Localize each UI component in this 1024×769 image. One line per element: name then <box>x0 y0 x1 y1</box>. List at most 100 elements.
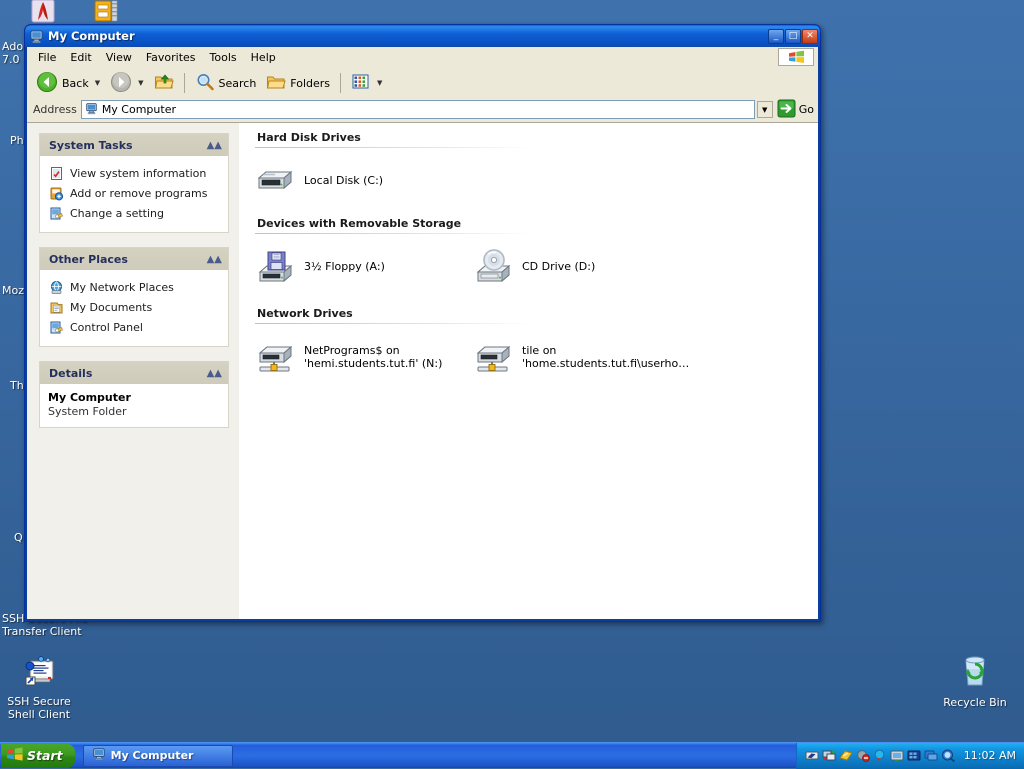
folders-icon <box>266 72 286 95</box>
taskbar-button-my-computer[interactable]: My Computer <box>83 745 233 767</box>
drive-item-netprograms-n[interactable]: NetPrograms$ on 'hemi.students.tut.fi' (… <box>253 334 471 385</box>
group-items: NetPrograms$ on 'hemi.students.tut.fi' (… <box>253 334 804 393</box>
folders-button[interactable]: Folders <box>261 70 335 97</box>
address-input[interactable]: My Computer <box>81 100 755 119</box>
my-computer-icon <box>29 29 44 44</box>
minimize-button[interactable]: _ <box>768 29 784 44</box>
up-button[interactable] <box>149 70 179 97</box>
forward-dropdown-icon[interactable]: ▼ <box>138 79 143 87</box>
drive-label: tile on 'home.students.tut.fi\userho… <box>522 338 689 370</box>
group-divider <box>255 323 533 324</box>
start-button[interactable]: Start <box>1 744 75 768</box>
panel-details: Details ▲▲ My Computer System Folder <box>39 361 229 428</box>
views-dropdown-icon[interactable]: ▼ <box>377 79 382 87</box>
group-divider <box>255 233 533 234</box>
menu-edit[interactable]: Edit <box>63 49 98 66</box>
drive-item-tile-home[interactable]: tile on 'home.students.tut.fi\userho… <box>471 334 689 385</box>
go-button[interactable]: Go <box>777 99 814 121</box>
toolbar-separator-2 <box>340 73 341 93</box>
network-activity-icon[interactable] <box>822 749 836 763</box>
antivirus-tray-icon[interactable] <box>856 749 870 763</box>
address-value: My Computer <box>102 103 176 116</box>
panel-details-header[interactable]: Details ▲▲ <box>40 362 228 384</box>
recycle-bin-icon <box>936 652 1014 693</box>
menu-file[interactable]: File <box>31 49 63 66</box>
messenger-tray-icon[interactable] <box>924 749 938 763</box>
drive-label: 3½ Floppy (A:) <box>304 248 385 273</box>
chevron-up-icon[interactable]: ▲▲ <box>207 368 222 379</box>
winzip-icon[interactable] <box>92 0 122 27</box>
address-bar: Address My Computer ▼ <box>27 99 818 122</box>
menu-bar: File Edit View Favorites Tools Help <box>27 47 818 67</box>
panel-other-places-header[interactable]: Other Places ▲▲ <box>40 248 228 270</box>
back-button[interactable]: Back ▼ <box>31 69 105 98</box>
adobe-acrobat-icon[interactable] <box>30 0 56 27</box>
toolbar: Back ▼ ▼ <box>27 67 818 99</box>
details-subtitle: System Folder <box>48 405 220 418</box>
maximize-button[interactable]: □ <box>785 29 801 44</box>
panel-other-places: Other Places ▲▲ My Network Places <box>39 247 229 347</box>
views-button[interactable]: ▼ <box>346 71 387 96</box>
taskbar-button-label: My Computer <box>111 749 194 762</box>
system-tray: 11:02 AM <box>796 743 1024 769</box>
folders-label: Folders <box>290 77 330 90</box>
drive-item-local-disk-c[interactable]: Local Disk (C:) <box>253 158 471 203</box>
ssh-shell-icon <box>0 655 78 692</box>
menu-tools[interactable]: Tools <box>203 49 244 66</box>
desktop-label-clipped-2: Moz <box>2 284 24 297</box>
group-hard-disk-drives: Hard Disk Drives <box>253 131 804 211</box>
group-items: Local Disk (C:) <box>253 158 804 211</box>
sidebar-label: My Documents <box>70 301 152 314</box>
display-tray-icon[interactable] <box>907 749 921 763</box>
balloon-tray-icon[interactable] <box>873 749 887 763</box>
cd-drive-icon <box>473 248 513 289</box>
panel-system-tasks-title: System Tasks <box>49 139 133 152</box>
address-dropdown-button[interactable]: ▼ <box>757 101 773 118</box>
forward-arrow-icon <box>110 71 132 96</box>
drive-item-floppy-a[interactable]: 3½ Floppy (A:) <box>253 244 471 293</box>
drive-item-cd-drive-d[interactable]: CD Drive (D:) <box>471 244 689 293</box>
panel-system-tasks-body: View system information Add or remove pr… <box>40 156 228 232</box>
drive-label: NetPrograms$ on 'hemi.students.tut.fi' (… <box>304 338 442 370</box>
sidebar-item-my-network-places[interactable]: My Network Places <box>48 277 220 297</box>
go-arrow-icon <box>777 99 796 121</box>
chevron-up-icon[interactable]: ▲▲ <box>207 140 222 151</box>
chevron-up-icon[interactable]: ▲▲ <box>207 254 222 265</box>
ssh-tray-icon[interactable] <box>805 749 819 763</box>
search-icon <box>195 72 215 95</box>
forward-button[interactable]: ▼ <box>105 69 148 98</box>
close-button[interactable]: ✕ <box>802 29 818 44</box>
sidebar-label: Control Panel <box>70 321 143 334</box>
panel-details-body: My Computer System Folder <box>40 384 228 427</box>
sidebar-item-view-system-information[interactable]: View system information <box>48 163 220 183</box>
desktop-icon-recycle-bin[interactable]: Recycle Bin <box>936 652 1014 709</box>
search-button[interactable]: Search <box>190 70 262 97</box>
add-remove-programs-icon <box>48 185 64 201</box>
group-title: Network Drives <box>253 307 804 320</box>
address-label: Address <box>31 103 77 116</box>
menu-favorites[interactable]: Favorites <box>139 49 203 66</box>
sidebar: System Tasks ▲▲ View system information <box>27 123 239 619</box>
scanner-tray-icon[interactable] <box>890 749 904 763</box>
start-label: Start <box>27 748 63 763</box>
menu-help[interactable]: Help <box>244 49 283 66</box>
group-title: Devices with Removable Storage <box>253 217 804 230</box>
winzip-tray-icon[interactable] <box>839 749 853 763</box>
panel-system-tasks-header[interactable]: System Tasks ▲▲ <box>40 134 228 156</box>
back-dropdown-icon[interactable]: ▼ <box>95 79 100 87</box>
go-label: Go <box>799 103 814 116</box>
hard-disk-icon <box>255 162 295 199</box>
search-tray-icon[interactable] <box>941 749 955 763</box>
taskbar-clock[interactable]: 11:02 AM <box>964 749 1016 762</box>
sidebar-item-change-a-setting[interactable]: Change a setting <box>48 203 220 223</box>
sidebar-item-my-documents[interactable]: My Documents <box>48 297 220 317</box>
group-title: Hard Disk Drives <box>253 131 804 144</box>
sidebar-item-control-panel[interactable]: Control Panel <box>48 317 220 337</box>
menu-view[interactable]: View <box>99 49 139 66</box>
sidebar-label: View system information <box>70 167 206 180</box>
up-folder-icon <box>154 72 174 95</box>
window-titlebar[interactable]: My Computer _ □ ✕ <box>25 25 820 47</box>
sidebar-item-add-or-remove-programs[interactable]: Add or remove programs <box>48 183 220 203</box>
desktop-label-clipped-0: Ado 7.0 <box>2 40 23 66</box>
desktop-icon-ssh-shell[interactable]: SSH Secure Shell Client <box>0 655 78 721</box>
